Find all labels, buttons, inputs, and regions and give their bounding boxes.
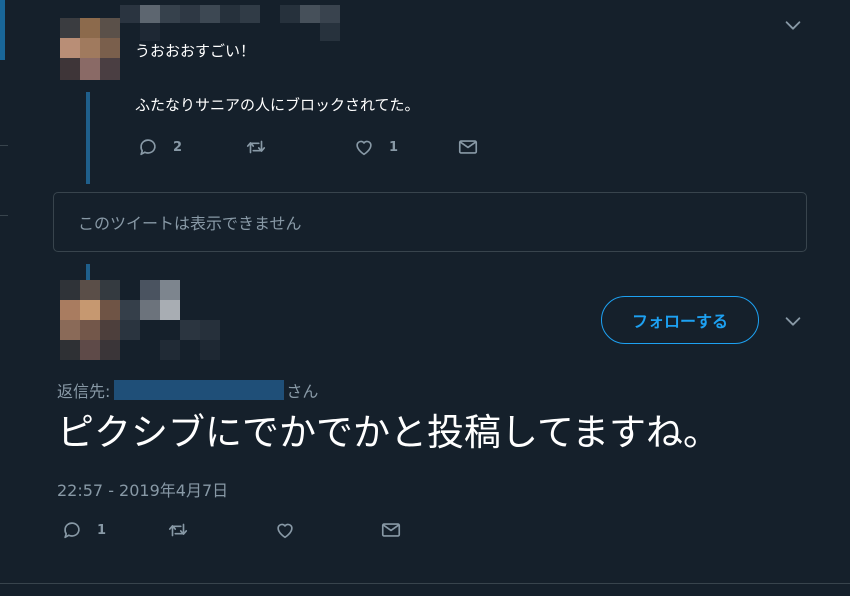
reply-icon <box>140 139 156 156</box>
like-count: 1 <box>389 139 399 155</box>
unavailable-tweet-notice: このツイートは表示できません <box>53 192 807 252</box>
tweet-text-line: うおおおすごい！ <box>135 42 256 60</box>
user-name[interactable] <box>120 280 220 360</box>
reply-button[interactable]: 1 <box>61 519 106 541</box>
tweet-text: ピクシブにでかでかと投稿してますね。 <box>57 411 721 454</box>
tweet-text-line: ふたなりサニアの人にブロックされてた。 <box>135 96 420 114</box>
like-button[interactable] <box>274 519 296 541</box>
edge-strip <box>0 0 5 60</box>
thread-line <box>86 264 90 280</box>
like-button[interactable]: 1 <box>353 136 398 158</box>
timestamp[interactable]: 22:57 - 2019年4月7日 <box>57 477 228 501</box>
redacted-username-link[interactable] <box>114 380 285 400</box>
reply-to-line: 返信先: さん <box>57 378 318 402</box>
thread-line <box>86 92 90 184</box>
dm-button[interactable] <box>457 136 479 158</box>
chevron-down-icon[interactable] <box>782 14 804 36</box>
edge-divider <box>0 215 8 216</box>
dm-icon <box>458 140 478 154</box>
reply-count: 2 <box>173 139 183 155</box>
chevron-down-icon[interactable] <box>782 310 804 332</box>
user-name[interactable] <box>120 5 340 41</box>
retweet-icon <box>168 523 188 537</box>
reply-icon <box>64 522 80 539</box>
retweet-button[interactable] <box>245 136 267 158</box>
retweet-icon <box>246 140 266 154</box>
unavailable-text: このツイートは表示できません <box>78 214 302 233</box>
like-icon <box>356 140 372 156</box>
avatar[interactable] <box>60 280 120 360</box>
avatar[interactable] <box>60 18 120 80</box>
dm-button[interactable] <box>380 519 402 541</box>
reply-to-prefix: 返信先: <box>57 382 111 401</box>
reply-count: 1 <box>97 522 107 538</box>
edge-divider <box>0 145 8 146</box>
reply-to-suffix: さん <box>286 382 319 401</box>
retweet-button[interactable] <box>167 519 189 541</box>
divider <box>0 583 850 584</box>
reply-button[interactable]: 2 <box>137 136 182 158</box>
dm-icon <box>381 523 401 537</box>
like-icon <box>277 523 293 539</box>
follow-button[interactable]: フォローする <box>601 296 759 344</box>
